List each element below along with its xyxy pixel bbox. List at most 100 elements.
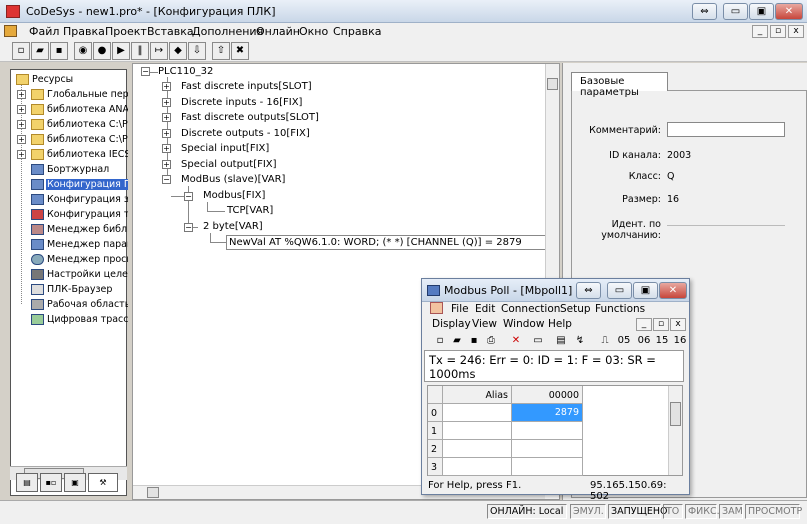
- tab-data-types[interactable]: ▪▫: [40, 473, 62, 492]
- tree-item-watch-manager[interactable]: Менеджер просмо: [11, 253, 128, 267]
- tree-node-fast-discrete-outputs[interactable]: Fast discrete outputs[SLOT]: [181, 112, 319, 123]
- tree-item-plc-config[interactable]: Конфигурация ПЛ: [11, 178, 128, 192]
- expand-icon[interactable]: +: [162, 144, 171, 153]
- tab-pous[interactable]: ▤: [16, 473, 38, 492]
- tree-root-plc110[interactable]: PLC110_32: [158, 66, 213, 77]
- tree-node-newval-variable[interactable]: NewVal AT %QW6.1.0: WORD; (* *) [CHANNEL…: [226, 235, 546, 250]
- document-icon[interactable]: [4, 25, 17, 37]
- mb-mdi-minimize-button[interactable]: _: [636, 318, 652, 331]
- mdi-restore-button[interactable]: ▫: [770, 25, 786, 38]
- tree-item-parameter-manager[interactable]: Менеджер параме: [11, 238, 128, 252]
- collapse-icon[interactable]: −: [141, 67, 150, 76]
- scroll-thumb[interactable]: [147, 487, 159, 498]
- grid-cell-value[interactable]: [512, 440, 583, 458]
- scroll-thumb[interactable]: [547, 78, 558, 90]
- menu-edit[interactable]: Правка: [63, 25, 105, 38]
- grid-cell-value-selected[interactable]: 2879: [512, 404, 583, 422]
- step-icon[interactable]: ↦: [150, 42, 168, 60]
- mb-menu-display[interactable]: Display: [432, 318, 471, 330]
- menu-help[interactable]: Справка: [333, 25, 381, 38]
- grid-header-00000[interactable]: 00000: [512, 386, 583, 404]
- tree-item-workspace[interactable]: Рабочая область: [11, 298, 128, 312]
- menu-file[interactable]: Файл: [29, 25, 59, 38]
- tree-item-resources[interactable]: Ресурсы: [11, 73, 128, 87]
- mb-window-icon[interactable]: ▭: [530, 333, 546, 349]
- tree-item-global-vars[interactable]: + Глобальные перем: [11, 88, 128, 102]
- mb-mdi-restore-button[interactable]: ▫: [653, 318, 669, 331]
- run-icon[interactable]: ▶: [112, 42, 130, 60]
- grid-cell-alias[interactable]: [443, 422, 512, 440]
- tree-node-fast-discrete-inputs[interactable]: Fast discrete inputs[SLOT]: [181, 81, 312, 92]
- mdi-close-button[interactable]: x: [788, 25, 804, 38]
- grid-cell-alias[interactable]: [443, 404, 512, 422]
- tree-item-plc-browser[interactable]: ПЛК-Браузер: [11, 283, 128, 297]
- minimize-button[interactable]: ▭: [723, 3, 748, 20]
- tab-visualizations[interactable]: ▣: [64, 473, 86, 492]
- tree-item-lib-pro-1[interactable]: + библиотека C:\Pro: [11, 118, 128, 132]
- open-folder-icon[interactable]: ▰: [31, 42, 49, 60]
- save-icon[interactable]: ▪: [50, 42, 68, 60]
- grid-cell-alias[interactable]: [443, 458, 512, 476]
- comment-input[interactable]: [667, 122, 785, 137]
- tree-item-target-settings[interactable]: Настройки целево: [11, 268, 128, 282]
- breakpoint-icon[interactable]: ◆: [169, 42, 187, 60]
- menu-extras[interactable]: Дополнения: [192, 25, 263, 38]
- expand-icon[interactable]: +: [17, 120, 26, 129]
- grid-cell-value[interactable]: [512, 422, 583, 440]
- restore-icon-button[interactable]: ⇔: [692, 3, 717, 20]
- expand-icon[interactable]: +: [162, 129, 171, 138]
- mb-menu-view[interactable]: View: [472, 318, 497, 330]
- expand-icon[interactable]: +: [17, 150, 26, 159]
- collapse-icon[interactable]: −: [184, 223, 193, 232]
- menu-online[interactable]: Онлайн: [256, 25, 300, 38]
- tab-resources[interactable]: ⚒: [88, 473, 118, 492]
- modbus-close-button[interactable]: ✕: [659, 282, 687, 299]
- close-button[interactable]: ✕: [775, 3, 803, 20]
- tree-item-trace-config[interactable]: Конфигурация тре: [11, 208, 128, 222]
- tree-node-discrete-outputs[interactable]: Discrete outputs - 10[FIX]: [181, 128, 310, 139]
- tab-base-parameters[interactable]: Базовые параметры: [571, 72, 668, 98]
- mdi-minimize-button[interactable]: _: [752, 25, 768, 38]
- mb-open-icon[interactable]: ▰: [449, 333, 465, 349]
- expand-icon[interactable]: +: [162, 160, 171, 169]
- tree-node-modbus-slave[interactable]: ModBus (slave)[VAR]: [181, 174, 285, 185]
- tree-node-2-byte[interactable]: 2 byte[VAR]: [203, 221, 263, 232]
- tree-item-lib-analog[interactable]: + библиотека ANAL\: [11, 103, 128, 117]
- mb-menu-setup[interactable]: Setup: [560, 303, 591, 315]
- mb-function-06-button[interactable]: 06: [634, 333, 654, 349]
- force-values-icon[interactable]: ⇧: [212, 42, 230, 60]
- mb-menu-connection[interactable]: Connection: [501, 303, 560, 315]
- tree-node-discrete-inputs[interactable]: Discrete inputs - 16[FIX]: [181, 97, 302, 108]
- modbus-minimize-button[interactable]: ▭: [607, 282, 632, 299]
- collapse-icon[interactable]: −: [184, 192, 193, 201]
- mb-disconnect-icon[interactable]: ✕: [508, 333, 524, 349]
- maximize-button[interactable]: ▣: [749, 3, 774, 20]
- mb-menu-file[interactable]: File: [451, 303, 469, 315]
- collapse-icon[interactable]: −: [162, 175, 171, 184]
- tree-item-lib-pro-2[interactable]: + библиотека C:\Pro: [11, 133, 128, 147]
- new-file-icon[interactable]: ▫: [12, 42, 30, 60]
- modbus-restore-button[interactable]: ⇔: [576, 282, 601, 299]
- mb-poll-icon[interactable]: ↯: [572, 333, 588, 349]
- mb-print-icon[interactable]: ⎙: [483, 333, 499, 349]
- mb-save-icon[interactable]: ▪: [466, 333, 482, 349]
- mb-function-15-button[interactable]: 15: [652, 333, 672, 349]
- tree-node-modbus-fix[interactable]: Modbus[FIX]: [203, 190, 265, 201]
- mb-pulse-icon[interactable]: ⎍: [597, 333, 613, 349]
- login-icon[interactable]: ◉: [74, 42, 92, 60]
- expand-icon[interactable]: +: [17, 105, 26, 114]
- grid-cell-value[interactable]: [512, 458, 583, 476]
- grid-header-alias[interactable]: Alias: [443, 386, 512, 404]
- mb-read-write-icon[interactable]: ▤: [553, 333, 569, 349]
- write-values-icon[interactable]: ⇩: [188, 42, 206, 60]
- pause-icon[interactable]: ‖: [131, 42, 149, 60]
- mb-menu-help[interactable]: Help: [548, 318, 572, 330]
- mb-function-16-button[interactable]: 16: [670, 333, 690, 349]
- expand-icon[interactable]: +: [162, 113, 171, 122]
- mb-mdi-close-button[interactable]: x: [670, 318, 686, 331]
- modbus-doc-icon[interactable]: [430, 302, 443, 314]
- tree-item-task-config[interactable]: Конфигурация зад: [11, 193, 128, 207]
- expand-icon[interactable]: +: [17, 135, 26, 144]
- menu-window[interactable]: Окно: [299, 25, 328, 38]
- mb-function-05-button[interactable]: 05: [614, 333, 634, 349]
